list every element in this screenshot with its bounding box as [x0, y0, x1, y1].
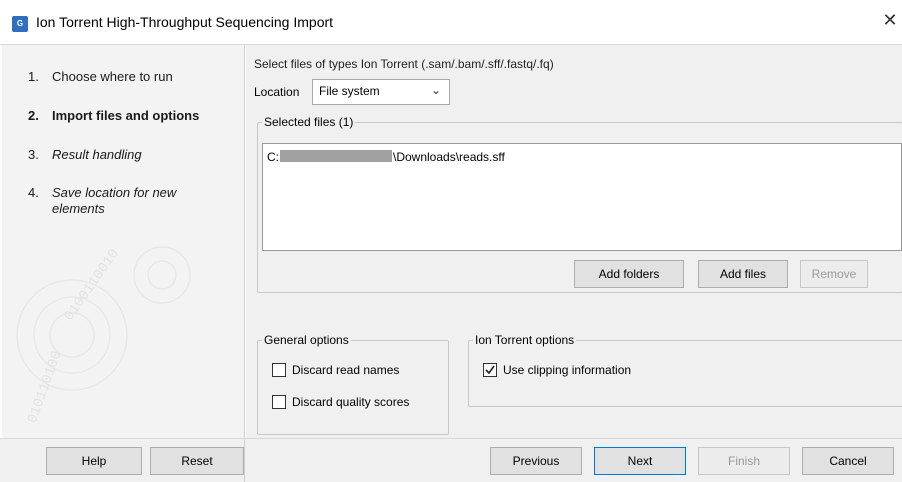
app-icon: G [12, 16, 28, 32]
wizard-footer: Help Reset Previous Next Finish Cancel [0, 438, 902, 482]
wizard-body: 0100110010 010110100 1. Choose where to … [0, 44, 902, 439]
finish-button[interactable]: Finish [698, 447, 790, 475]
file-type-hint: Select files of types Ion Torrent (.sam/… [254, 57, 554, 71]
ion-torrent-options-legend: Ion Torrent options [475, 333, 575, 347]
footer-left: Help Reset [2, 439, 245, 482]
file-path-drive: C: [267, 150, 279, 164]
svg-text:0100110010: 0100110010 [62, 246, 123, 324]
location-label: Location [254, 85, 300, 99]
svg-text:010110100: 010110100 [25, 349, 66, 426]
file-list-item[interactable]: C: \Downloads\reads.sff [267, 150, 505, 164]
checkmark-icon [485, 365, 495, 375]
decorative-swirl-icon: 0100110010 010110100 [16, 246, 191, 426]
checkbox-box[interactable] [272, 395, 286, 409]
selected-files-group: Selected files (1) C: \Downloads\reads.sf… [257, 115, 902, 293]
general-options-group: General options Discard read names Disca… [257, 333, 449, 435]
checkbox-label: Discard read names [292, 363, 400, 377]
title-bar: G Ion Torrent High-Throughput Sequencing… [0, 0, 902, 44]
cancel-button[interactable]: Cancel [802, 447, 894, 475]
step-label: Import files and options [52, 108, 200, 123]
step-label: Save location for new elements [52, 185, 177, 216]
next-button[interactable]: Next [594, 447, 686, 475]
help-button[interactable]: Help [46, 447, 142, 475]
selected-files-legend: Selected files (1) [264, 115, 354, 129]
wizard-steps: 0100110010 010110100 1. Choose where to … [2, 45, 245, 439]
remove-button[interactable]: Remove [800, 260, 868, 288]
step-number: 2. [28, 108, 39, 123]
checkbox-box[interactable] [272, 363, 286, 377]
previous-button[interactable]: Previous [490, 447, 582, 475]
selected-files-list[interactable]: C: \Downloads\reads.sff [262, 143, 902, 251]
step-label: Choose where to run [52, 69, 173, 84]
checkbox-label: Use clipping information [503, 363, 632, 377]
step-number: 4. [28, 185, 39, 200]
add-folders-button[interactable]: Add folders [574, 260, 684, 288]
checkbox-label: Discard quality scores [292, 395, 410, 409]
ion-torrent-options-group: Ion Torrent options Use clipping informa… [468, 333, 902, 407]
step-number: 1. [28, 69, 39, 84]
main-content: Select files of types Ion Torrent (.sam/… [246, 45, 902, 439]
step-label: Result handling [52, 147, 142, 162]
add-files-button[interactable]: Add files [698, 260, 788, 288]
redacted-path-segment [280, 150, 392, 162]
reset-button[interactable]: Reset [150, 447, 244, 475]
chevron-down-icon: ⌄ [430, 83, 441, 97]
window-title: Ion Torrent High-Throughput Sequencing I… [36, 14, 334, 30]
location-select[interactable]: File system ⌄ [312, 79, 450, 105]
step-number: 3. [28, 147, 39, 162]
checkbox-box[interactable] [483, 363, 497, 377]
general-options-legend: General options [264, 333, 349, 347]
close-icon[interactable]: ✕ [878, 8, 902, 32]
file-path-rest: \Downloads\reads.sff [393, 150, 505, 164]
location-select-value: File system [319, 84, 380, 98]
